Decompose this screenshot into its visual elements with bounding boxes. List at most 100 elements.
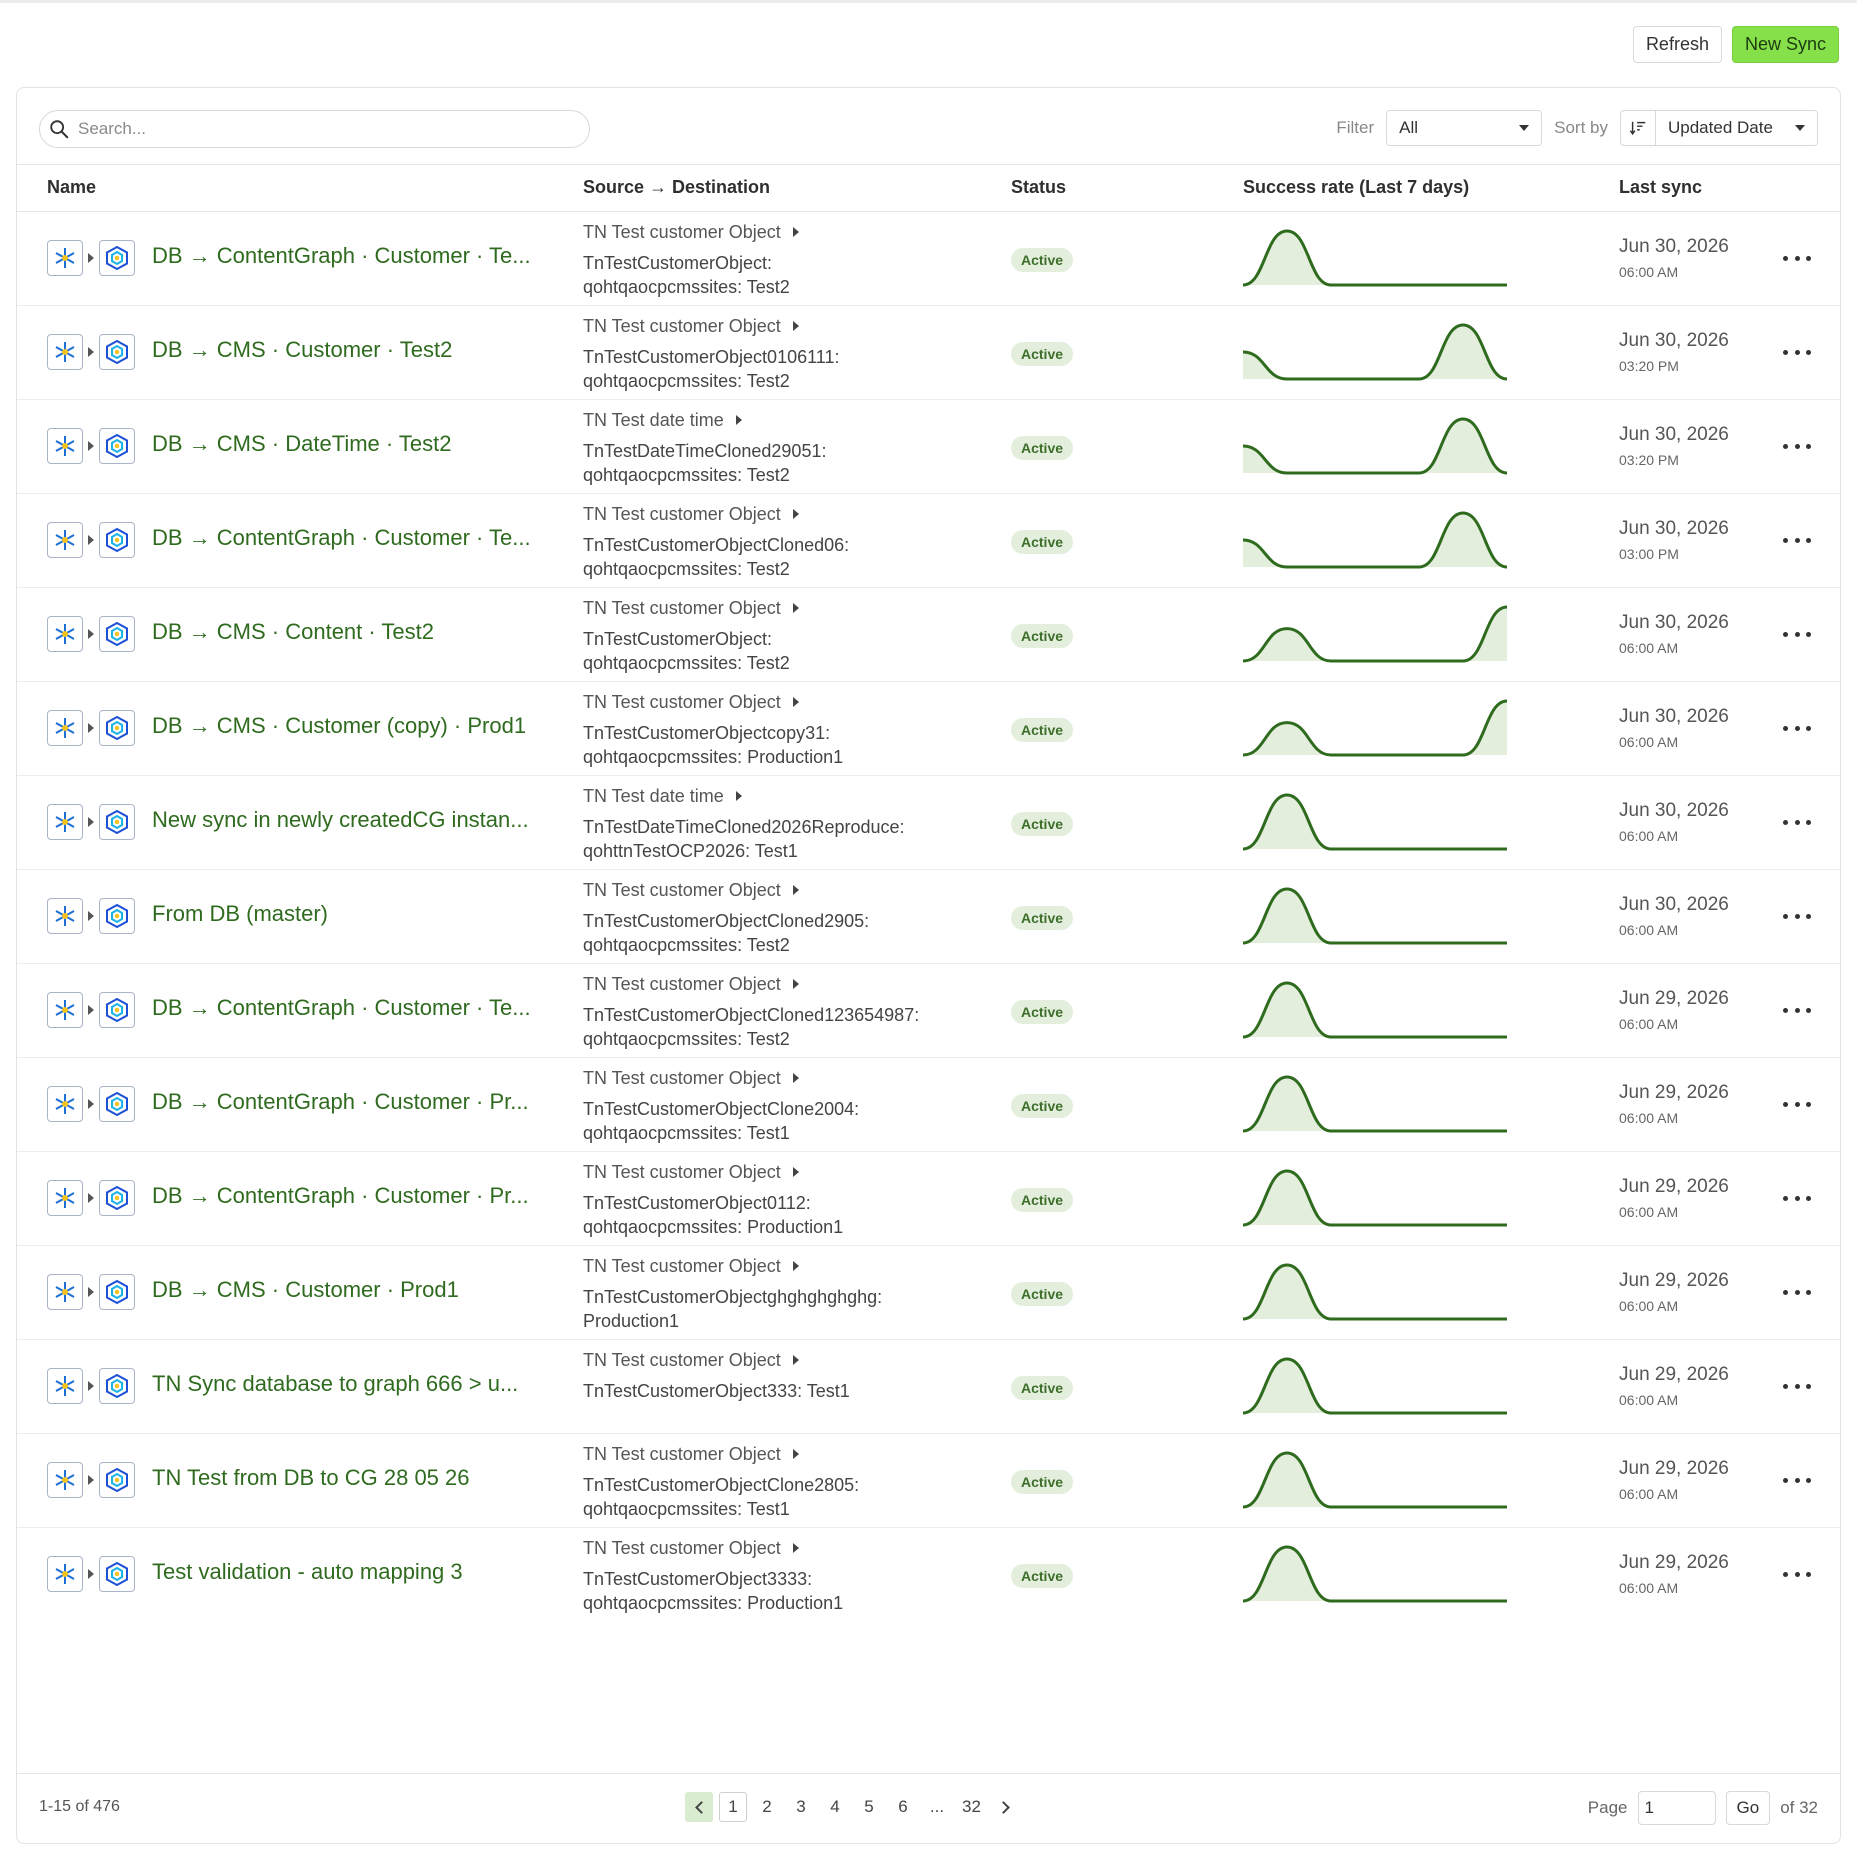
column-header-success-rate[interactable]: Success rate (Last 7 days) xyxy=(1243,177,1469,198)
previous-page-button[interactable] xyxy=(685,1792,713,1822)
table-row[interactable]: DB → CMS · Customer · Test2 TN Test cust… xyxy=(17,306,1840,400)
column-header-name[interactable]: Name xyxy=(47,177,96,198)
table-header: Name Source → Destination Status Success… xyxy=(17,164,1840,212)
page-button[interactable]: 2 xyxy=(753,1792,781,1822)
arrow-right-icon xyxy=(88,535,94,545)
last-sync-time: 06:00 AM xyxy=(1619,828,1679,844)
page-button[interactable]: 6 xyxy=(889,1792,917,1822)
table-row[interactable]: DB → CMS · Customer · Prod1 TN Test cust… xyxy=(17,1246,1840,1340)
more-options-icon[interactable] xyxy=(1783,624,1811,644)
source-toggle[interactable]: TN Test date time xyxy=(583,784,1003,808)
source-toggle[interactable]: TN Test customer Object xyxy=(583,1442,1003,1466)
source-toggle[interactable]: TN Test customer Object xyxy=(583,1348,1003,1372)
more-options-icon[interactable] xyxy=(1783,1282,1811,1302)
table-row[interactable]: New sync in newly createdCG instan... TN… xyxy=(17,776,1840,870)
sync-name-link[interactable]: DB → ContentGraph · Customer · Te... xyxy=(152,243,531,269)
more-options-icon[interactable] xyxy=(1783,530,1811,550)
more-options-icon[interactable] xyxy=(1783,1188,1811,1208)
table-row[interactable]: TN Test from DB to CG 28 05 26 TN Test c… xyxy=(17,1434,1840,1528)
more-options-icon[interactable] xyxy=(1783,1376,1811,1396)
content-graph-destination-icon xyxy=(99,428,135,464)
column-header-source-destination[interactable]: Source → Destination xyxy=(583,177,770,198)
search-box[interactable] xyxy=(39,110,590,148)
chevron-left-icon xyxy=(694,1800,708,1814)
refresh-button[interactable]: Refresh xyxy=(1632,26,1722,63)
table-row[interactable]: DB → CMS · Customer (copy) · Prod1 TN Te… xyxy=(17,682,1840,776)
sync-name-link[interactable]: DB → ContentGraph · Customer · Pr... xyxy=(152,1089,529,1115)
source-toggle[interactable]: TN Test customer Object xyxy=(583,314,1003,338)
sort-direction-button[interactable] xyxy=(1620,110,1656,146)
caret-right-icon xyxy=(792,1543,799,1553)
page-button[interactable]: 32 xyxy=(957,1792,986,1822)
database-source-icon xyxy=(47,1462,83,1498)
table-row[interactable]: DB → ContentGraph · Customer · Te... TN … xyxy=(17,212,1840,306)
sync-name-link[interactable]: New sync in newly createdCG instan... xyxy=(152,807,529,833)
source-toggle[interactable]: TN Test customer Object xyxy=(583,1160,1003,1184)
sync-name-link[interactable]: TN Sync database to graph 666 > u... xyxy=(152,1371,518,1397)
search-input[interactable] xyxy=(78,119,558,139)
sync-name-link[interactable]: From DB (master) xyxy=(152,901,328,927)
arrow-right-icon xyxy=(88,1569,94,1579)
content-graph-destination-icon xyxy=(99,1462,135,1498)
more-options-icon[interactable] xyxy=(1783,248,1811,268)
source-toggle[interactable]: TN Test customer Object xyxy=(583,1254,1003,1278)
sync-name-link[interactable]: DB → ContentGraph · Customer · Pr... xyxy=(152,1183,529,1209)
filter-label: Filter xyxy=(1336,118,1375,137)
source-toggle[interactable]: TN Test date time xyxy=(583,408,1003,432)
table-row[interactable]: TN Sync database to graph 666 > u... TN … xyxy=(17,1340,1840,1434)
source-toggle[interactable]: TN Test customer Object xyxy=(583,1536,1003,1560)
source-toggle[interactable]: TN Test customer Object xyxy=(583,972,1003,996)
sync-name-link[interactable]: DB → CMS · DateTime · Test2 xyxy=(152,431,452,457)
table-row[interactable]: From DB (master) TN Test customer Object… xyxy=(17,870,1840,964)
more-options-icon[interactable] xyxy=(1783,812,1811,832)
database-source-icon xyxy=(47,710,83,746)
more-options-icon[interactable] xyxy=(1783,436,1811,456)
source-name: TN Test customer Object xyxy=(583,1256,781,1276)
sort-select[interactable]: Updated Date xyxy=(1656,110,1818,146)
sync-name-link[interactable]: DB → CMS · Customer · Test2 xyxy=(152,337,452,363)
source-toggle[interactable]: TN Test customer Object xyxy=(583,502,1003,526)
chevron-down-icon xyxy=(1519,125,1530,131)
sync-name-link[interactable]: TN Test from DB to CG 28 05 26 xyxy=(152,1465,470,1491)
caret-right-icon xyxy=(792,321,799,331)
syncs-table-card: Filter All Sort by Updated Date Na xyxy=(16,87,1841,1844)
table-row[interactable]: DB → CMS · DateTime · Test2 TN Test date… xyxy=(17,400,1840,494)
new-sync-button[interactable]: New Sync xyxy=(1731,26,1839,63)
table-row[interactable]: Test validation - auto mapping 3 TN Test… xyxy=(17,1528,1840,1622)
more-options-icon[interactable] xyxy=(1783,1094,1811,1114)
page-number-input[interactable] xyxy=(1637,1791,1716,1825)
sync-name-link[interactable]: Test validation - auto mapping 3 xyxy=(152,1559,463,1585)
table-row[interactable]: DB → CMS · Content · Test2 TN Test custo… xyxy=(17,588,1840,682)
page-button[interactable]: 5 xyxy=(855,1792,883,1822)
source-toggle[interactable]: TN Test customer Object xyxy=(583,1066,1003,1090)
source-toggle[interactable]: TN Test customer Object xyxy=(583,596,1003,620)
more-options-icon[interactable] xyxy=(1783,906,1811,926)
table-row[interactable]: DB → ContentGraph · Customer · Pr... TN … xyxy=(17,1058,1840,1152)
table-row[interactable]: DB → ContentGraph · Customer · Te... TN … xyxy=(17,494,1840,588)
table-row[interactable]: DB → ContentGraph · Customer · Te... TN … xyxy=(17,964,1840,1058)
source-toggle[interactable]: TN Test customer Object xyxy=(583,220,1003,244)
database-source-icon xyxy=(47,240,83,276)
page-button[interactable]: 3 xyxy=(787,1792,815,1822)
sync-name-link[interactable]: DB → ContentGraph · Customer · Te... xyxy=(152,525,531,551)
table-row[interactable]: DB → ContentGraph · Customer · Pr... TN … xyxy=(17,1152,1840,1246)
filter-select[interactable]: All xyxy=(1386,110,1543,146)
sync-name-link[interactable]: DB → CMS · Customer · Prod1 xyxy=(152,1277,459,1303)
more-options-icon[interactable] xyxy=(1783,718,1811,738)
sync-name-link[interactable]: DB → CMS · Customer (copy) · Prod1 xyxy=(152,713,526,739)
more-options-icon[interactable] xyxy=(1783,1000,1811,1020)
more-options-icon[interactable] xyxy=(1783,342,1811,362)
last-sync-time: 06:00 AM xyxy=(1619,1392,1679,1408)
go-button[interactable]: Go xyxy=(1725,1791,1771,1825)
page-button[interactable]: 1 xyxy=(719,1792,747,1822)
source-toggle[interactable]: TN Test customer Object xyxy=(583,690,1003,714)
column-header-last-sync[interactable]: Last sync xyxy=(1619,177,1702,198)
sync-name-link[interactable]: DB → CMS · Content · Test2 xyxy=(152,619,434,645)
more-options-icon[interactable] xyxy=(1783,1564,1811,1584)
page-button[interactable]: 4 xyxy=(821,1792,849,1822)
next-page-button[interactable] xyxy=(992,1792,1020,1822)
source-toggle[interactable]: TN Test customer Object xyxy=(583,878,1003,902)
more-options-icon[interactable] xyxy=(1783,1470,1811,1490)
column-header-status[interactable]: Status xyxy=(1011,177,1066,198)
sync-name-link[interactable]: DB → ContentGraph · Customer · Te... xyxy=(152,995,531,1021)
